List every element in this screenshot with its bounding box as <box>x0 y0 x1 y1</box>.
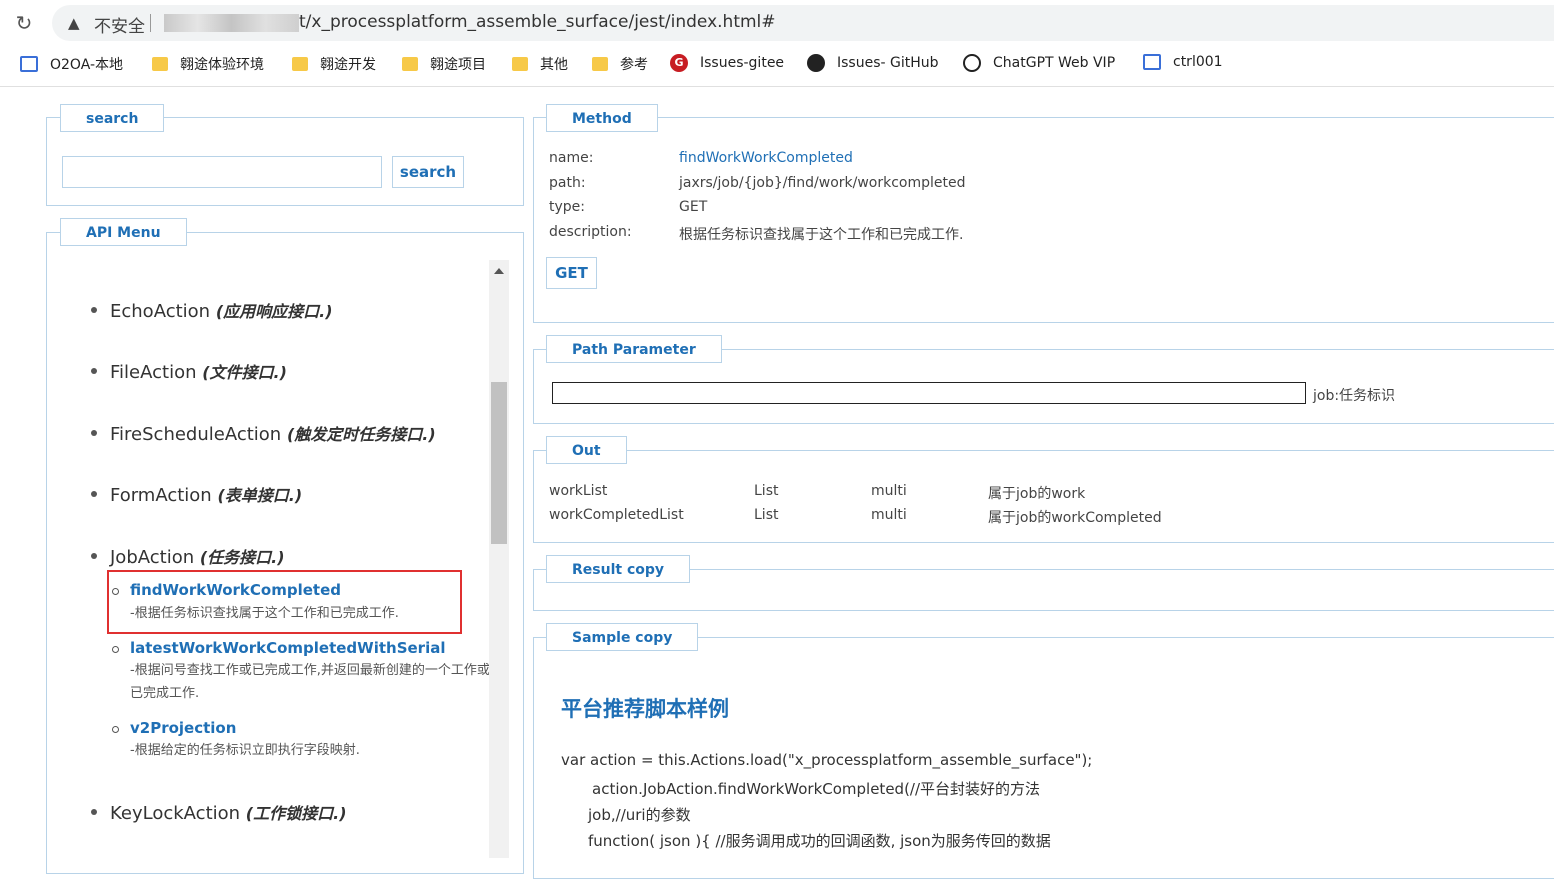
bookmark-github[interactable]: Issues- GitHub <box>807 54 939 72</box>
warning-icon: ▲ <box>68 14 80 32</box>
path-parameter-legend: Path Parameter <box>546 335 722 363</box>
toolbar-divider <box>0 86 1554 87</box>
out-row-desc: 属于job的workCompleted <box>988 510 1162 526</box>
sample-copy-legend[interactable]: Sample copy <box>546 623 699 651</box>
sample-code-line: job,//uri的参数 <box>588 806 691 824</box>
bookmark-ctrl001[interactable]: ctrl001 <box>1143 54 1223 70</box>
address-separator <box>150 14 151 32</box>
menu-bullet <box>91 307 97 313</box>
job-parameter-input[interactable] <box>552 382 1306 404</box>
folder-icon <box>592 57 608 71</box>
method-name-label: name: <box>549 150 594 166</box>
bookmark-o2oa-local[interactable]: O2OA-本地 <box>20 54 123 74</box>
result-copy-legend[interactable]: Result copy <box>546 555 691 583</box>
address-url: t/x_processplatform_assemble_surface/jes… <box>299 12 776 32</box>
sub-bullet <box>112 726 119 733</box>
github-icon <box>807 54 825 72</box>
method-panel <box>533 117 1554 323</box>
folder-icon <box>292 57 308 71</box>
method-legend: Method <box>546 104 658 132</box>
search-input[interactable] <box>62 156 382 188</box>
out-row-name: workList <box>549 483 608 499</box>
out-row-type: List <box>754 483 779 499</box>
method-name-value: findWorkWorkCompleted <box>679 150 853 166</box>
bookmark-folder-5[interactable]: 参考 <box>592 54 648 74</box>
get-button[interactable]: GET <box>546 257 597 289</box>
job-parameter-label: job:任务标识 <box>1313 388 1396 404</box>
gitee-icon: G <box>670 54 688 72</box>
method-type-label: type: <box>549 199 585 215</box>
menu-item-formaction[interactable]: FormAction (表单接口.) <box>110 482 302 506</box>
menu-scrollbar[interactable] <box>489 260 509 858</box>
bookmark-folder-2[interactable]: 翱途开发 <box>292 54 376 74</box>
out-row-mode: multi <box>871 507 907 523</box>
out-row-name: workCompletedList <box>549 507 684 523</box>
bookmarks-bar: O2OA-本地 翱途体验环境 翱途开发 翱途项目 其他 参考 G Issues-g… <box>0 50 1554 78</box>
folder-icon <box>402 57 418 71</box>
chatgpt-icon <box>963 54 981 72</box>
o2-icon <box>1143 54 1161 70</box>
method-path-value: jaxrs/job/{job}/find/work/workcompleted <box>679 175 966 191</box>
menu-bullet <box>91 553 97 559</box>
menu-item-echoaction[interactable]: EchoAction (应用响应接口.) <box>110 298 333 322</box>
menu-bullet <box>91 430 97 436</box>
menu-item-jobaction[interactable]: JobAction (任务接口.) <box>110 544 285 568</box>
highlight-box <box>107 570 462 634</box>
method-description-label: description: <box>549 224 632 240</box>
folder-icon <box>152 57 168 71</box>
menu-subitem-desc: -根据给定的任务标识立即执行字段映射. <box>130 743 360 758</box>
menu-item-fileaction[interactable]: FileAction (文件接口.) <box>110 359 287 383</box>
address-bar[interactable]: ▲ 不安全 t/x_processplatform_assemble_surfa… <box>52 5 1554 41</box>
menu-bullet <box>91 491 97 497</box>
folder-icon <box>512 57 528 71</box>
menu-item-firescheduleaction[interactable]: FireScheduleAction (触发定时任务接口.) <box>110 421 436 445</box>
menu-bullet <box>91 809 97 815</box>
sample-code-line: action.JobAction.findWorkWorkCompleted(/… <box>592 780 1041 798</box>
sub-bullet <box>112 646 119 653</box>
browser-toolbar: ↻ ▲ 不安全 t/x_processplatform_assemble_sur… <box>0 0 1554 46</box>
out-row-type: List <box>754 507 779 523</box>
method-description-value: 根据任务标识查找属于这个工作和已完成工作. <box>679 227 964 243</box>
menu-item-keylockaction[interactable]: KeyLockAction (工作锁接口.) <box>110 800 347 824</box>
redacted-host <box>164 14 299 32</box>
search-button[interactable]: search <box>392 156 464 188</box>
sample-heading: 平台推荐脚本样例 <box>561 697 729 721</box>
method-type-value: GET <box>679 199 708 215</box>
menu-subitem-v2projection[interactable]: v2Projection <box>130 719 236 737</box>
bookmark-chatgpt[interactable]: ChatGPT Web VIP <box>963 54 1115 72</box>
menu-bullet <box>91 368 97 374</box>
sample-code-line: var action = this.Actions.load("x_proces… <box>561 751 1093 769</box>
out-row-mode: multi <box>871 483 907 499</box>
api-menu-legend: API Menu <box>60 218 187 246</box>
o2-icon <box>20 56 38 72</box>
bookmark-folder-1[interactable]: 翱途体验环境 <box>152 54 264 74</box>
scroll-up-icon[interactable] <box>494 268 504 274</box>
insecure-label: 不安全 <box>94 17 145 37</box>
sample-code-line: function( json ){ //服务调用成功的回调函数, json为服务… <box>588 832 1051 850</box>
menu-subitem-latestworkworkcompletedwithserial[interactable]: latestWorkWorkCompletedWithSerial <box>130 639 445 657</box>
method-path-label: path: <box>549 175 586 191</box>
menu-subitem-desc: -根据问号查找工作或已完成工作,并返回最新创建的一个工作或已完成工作. <box>130 663 490 701</box>
bookmark-folder-3[interactable]: 翱途项目 <box>402 54 486 74</box>
bookmark-gitee[interactable]: G Issues-gitee <box>670 54 784 72</box>
search-legend: search <box>60 104 165 132</box>
out-row-desc: 属于job的work <box>988 486 1086 502</box>
scrollbar-thumb[interactable] <box>491 382 507 544</box>
reload-icon[interactable]: ↻ <box>12 11 36 35</box>
bookmark-folder-4[interactable]: 其他 <box>512 54 568 74</box>
out-legend: Out <box>546 436 627 464</box>
